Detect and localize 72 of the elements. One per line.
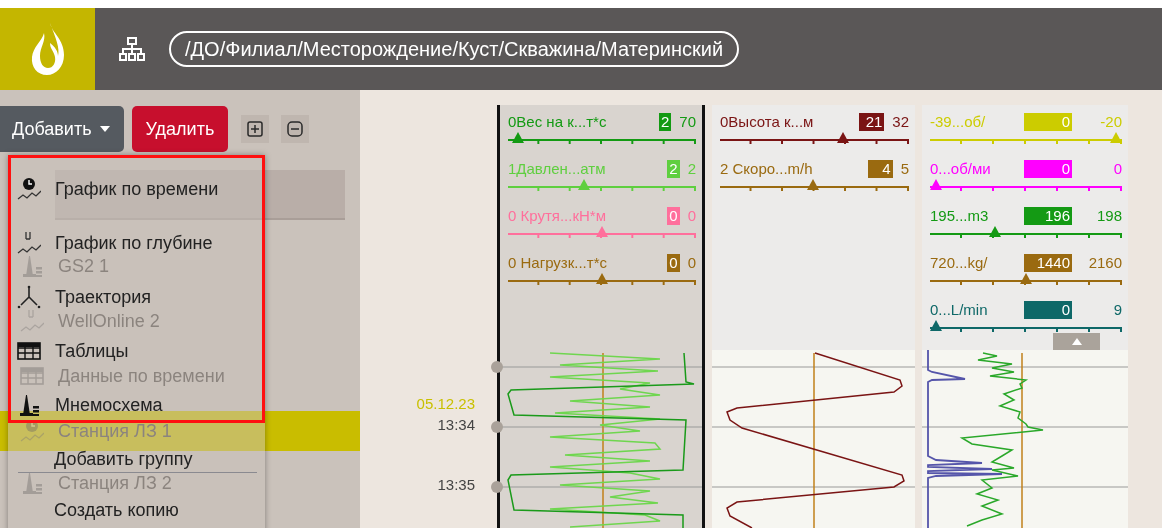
level-marker[interactable] [806,179,819,190]
table-icon [17,339,41,363]
menu-item[interactable]: Таблицы [11,339,262,363]
param-max: -20 [1099,112,1122,132]
menu-item[interactable]: График по времени [11,177,262,201]
param-value: 196 [1024,207,1072,225]
param-max: 5 [900,159,909,179]
param-max: 2 [687,159,696,179]
param-value: 0 [667,207,680,225]
param-label: -39...об/ [930,112,987,132]
param-max: 32 [892,112,909,132]
breadcrumb-path[interactable]: /ДО/Филиал/Месторождение/Куст/Скважина/Материнский [169,31,740,67]
param-label: 720...kg/ [930,253,989,273]
param-max: 9 [1112,300,1122,320]
param-label: 0Высота к...м [720,112,815,132]
param-label: 0...L/min [930,300,989,320]
param-label: 0 Крутя...кН*м [508,206,607,226]
depth-chart-icon [17,231,41,255]
timeline-marker[interactable] [491,361,503,373]
clock-chart-icon [17,177,41,201]
level-marker[interactable] [596,273,608,284]
param-max: 2160 [1087,253,1122,273]
derrick-icon [17,393,41,417]
param-value: 0 [1024,160,1072,178]
level-marker[interactable] [596,226,608,237]
delete-button[interactable]: Удалить [131,106,229,152]
expand-icon [247,121,264,137]
time-label: 13:34 [436,415,476,435]
add-button[interactable]: Добавить [0,106,124,152]
level-marker[interactable] [578,179,591,190]
timeline-marker[interactable] [491,421,503,433]
param-label: 1Давлен...атм [508,159,607,179]
param-max: 70 [679,112,696,132]
level-marker[interactable] [930,320,942,331]
param-value: 4 [867,160,893,178]
param-label: 0Вес на к...т*с [508,112,608,132]
collapse-button[interactable] [281,115,310,143]
timeline-marker[interactable] [491,481,503,493]
menu-item[interactable]: Добавить группу [54,448,265,470]
scroll-up-button[interactable] [1053,333,1100,350]
param-value: 21 [859,113,885,131]
level-marker[interactable] [836,132,849,143]
param-value: 1440 [1024,254,1072,272]
menu-item[interactable]: Траектория [11,285,262,309]
level-marker[interactable] [1020,273,1032,284]
level-marker[interactable] [989,226,1002,237]
collapse-icon [287,121,304,137]
level-marker[interactable] [930,179,942,190]
search-field[interactable] [55,170,345,220]
param-value: 2 [667,160,680,178]
hierarchy-icon[interactable] [119,37,145,61]
expand-button[interactable] [241,115,270,143]
level-marker[interactable] [511,132,524,143]
param-max: 0 [687,253,696,273]
param-max: 0 [1112,159,1122,179]
date-label: 05.12.23 [415,395,476,413]
param-label: 195...m3 [930,206,990,226]
menu-item[interactable]: График по глубине [11,231,262,255]
param-max: 0 [687,206,696,226]
param-value: 2 [658,113,672,131]
up-arrow-icon [1071,338,1082,345]
param-label: 0...об/ми [930,159,992,179]
menu-item[interactable]: Создать копию [54,499,265,521]
param-max: 198 [1095,206,1122,226]
param-label: 0 Нагрузк...т*с [508,253,608,273]
trajectory-icon [17,285,41,309]
time-label: 13:35 [436,475,476,495]
caret-icon [99,126,110,132]
param-value: 0 [1024,301,1072,319]
param-value: 0 [1024,113,1072,131]
param-label: 2 Скоро...m/h [720,159,814,179]
param-value: 0 [667,254,680,272]
